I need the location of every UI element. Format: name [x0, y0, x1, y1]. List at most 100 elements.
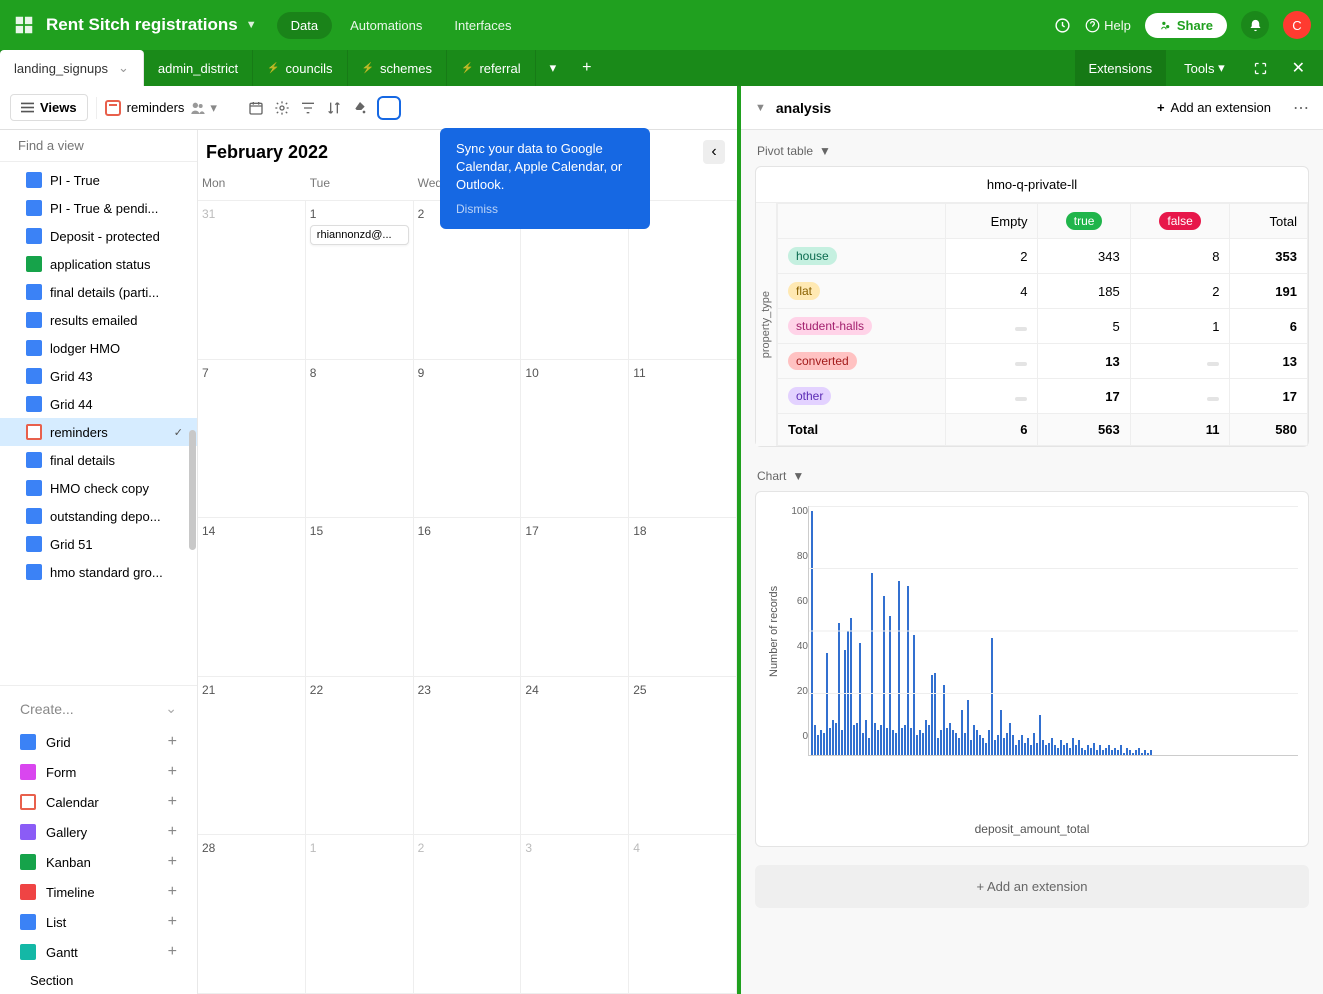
- chart-bar[interactable]: [844, 650, 846, 755]
- top-tab-data[interactable]: Data: [277, 12, 332, 39]
- chart-bar[interactable]: [1084, 750, 1086, 755]
- calendar-cell[interactable]: 14: [198, 518, 306, 677]
- chart-bar[interactable]: [1090, 748, 1092, 755]
- chart-bar[interactable]: [1093, 743, 1095, 755]
- sidebar-view-item[interactable]: hmo standard gro...: [0, 558, 197, 586]
- tooltip-dismiss[interactable]: Dismiss: [456, 201, 634, 218]
- chart-bar[interactable]: [994, 740, 996, 755]
- chart-bar[interactable]: [1114, 748, 1116, 755]
- sidebar-view-item[interactable]: application status: [0, 250, 197, 278]
- calendar-cell[interactable]: 23: [414, 677, 522, 836]
- expand-icon[interactable]: [1243, 61, 1278, 76]
- add-extension-card[interactable]: + Add an extension: [755, 865, 1309, 908]
- chart-bar[interactable]: [856, 723, 858, 755]
- filter-icon[interactable]: [299, 99, 317, 117]
- chart-bar[interactable]: [1144, 750, 1146, 755]
- chart-bar[interactable]: [817, 735, 819, 755]
- table-tab-landing_signups[interactable]: landing_signups⌄: [0, 50, 144, 86]
- sidebar-view-item[interactable]: PI - True & pendi...: [0, 194, 197, 222]
- chart-bar[interactable]: [1066, 743, 1068, 755]
- chart-bar[interactable]: [955, 733, 957, 755]
- chart-bar[interactable]: [1060, 740, 1062, 755]
- chart-bar[interactable]: [934, 673, 936, 755]
- chart-bar[interactable]: [868, 738, 870, 755]
- create-view-calendar[interactable]: Calendar+: [0, 787, 197, 817]
- avatar[interactable]: C: [1283, 11, 1311, 39]
- extension-title[interactable]: analysis: [776, 100, 831, 116]
- chart-bar[interactable]: [1015, 745, 1017, 755]
- create-view-section[interactable]: Section: [0, 967, 197, 994]
- table-tab-schemes[interactable]: ⚡schemes: [348, 50, 447, 86]
- chart-bar[interactable]: [1105, 748, 1107, 755]
- chart-bar[interactable]: [835, 723, 837, 755]
- app-title[interactable]: Rent Sitch registrations: [46, 15, 238, 35]
- current-view-label[interactable]: reminders ▾: [105, 100, 217, 116]
- add-table-button[interactable]: +: [570, 50, 603, 86]
- collaborators-icon[interactable]: ▾: [190, 100, 217, 116]
- chart-bar[interactable]: [838, 623, 840, 755]
- extension-collapse-icon[interactable]: ▼: [755, 102, 766, 114]
- chart-bar[interactable]: [1120, 745, 1122, 755]
- chart-bar[interactable]: [964, 733, 966, 755]
- calendar-cell[interactable]: 16: [414, 518, 522, 677]
- chart-bar[interactable]: [883, 596, 885, 755]
- create-view-gallery[interactable]: Gallery+: [0, 817, 197, 847]
- chart-bar[interactable]: [949, 723, 951, 755]
- chart-bar[interactable]: [820, 730, 822, 755]
- create-view-grid[interactable]: Grid+: [0, 727, 197, 757]
- chart-bar[interactable]: [871, 573, 873, 755]
- sort-icon[interactable]: [325, 99, 343, 117]
- chart-bar[interactable]: [952, 730, 954, 755]
- chart-bar[interactable]: [937, 738, 939, 755]
- calendar-cell[interactable]: 31: [198, 201, 306, 360]
- views-button[interactable]: Views: [10, 94, 88, 121]
- chart-bar[interactable]: [1063, 745, 1065, 755]
- chart-bar[interactable]: [931, 675, 933, 755]
- chart-bar[interactable]: [1024, 743, 1026, 755]
- create-section-toggle[interactable]: Create... ⌄: [0, 690, 197, 727]
- chart-bar[interactable]: [940, 730, 942, 755]
- chart-bar[interactable]: [1072, 738, 1074, 755]
- chart-bar[interactable]: [1126, 748, 1128, 755]
- calendar-event[interactable]: rhiannonzd@...: [310, 225, 409, 245]
- chart-bar[interactable]: [1033, 733, 1035, 755]
- gear-icon[interactable]: [273, 99, 291, 117]
- history-icon[interactable]: [1054, 17, 1071, 34]
- chart-bar[interactable]: [847, 631, 849, 756]
- chart-bar[interactable]: [814, 725, 816, 755]
- chart-bar[interactable]: [922, 733, 924, 755]
- chart-bar[interactable]: [886, 728, 888, 755]
- sidebar-view-item[interactable]: Deposit - protected: [0, 222, 197, 250]
- chart-bar[interactable]: [1117, 750, 1119, 755]
- pivot-section-label[interactable]: Pivot table ▼: [755, 140, 1309, 166]
- sidebar-view-item[interactable]: final details: [0, 446, 197, 474]
- chart-bar[interactable]: [991, 638, 993, 755]
- chart-bar[interactable]: [979, 735, 981, 755]
- chart-bar[interactable]: [1000, 710, 1002, 755]
- create-view-list[interactable]: List+: [0, 907, 197, 937]
- chart-bar[interactable]: [1138, 748, 1140, 755]
- top-tab-automations[interactable]: Automations: [336, 12, 436, 39]
- app-logo[interactable]: [12, 13, 36, 37]
- chart-bar[interactable]: [1111, 750, 1113, 755]
- chart-bar[interactable]: [1099, 745, 1101, 755]
- sidebar-view-item[interactable]: Grid 51: [0, 530, 197, 558]
- chart-bar[interactable]: [1147, 753, 1149, 755]
- more-icon[interactable]: ⋯: [1281, 98, 1309, 118]
- chart-plot[interactable]: [808, 506, 1298, 756]
- chart-bar[interactable]: [1027, 738, 1029, 755]
- sidebar-view-item[interactable]: Grid 44: [0, 390, 197, 418]
- calendar-cell[interactable]: 4: [629, 835, 737, 994]
- chart-bar[interactable]: [1141, 753, 1143, 755]
- chart-bar[interactable]: [832, 720, 834, 755]
- chart-bar[interactable]: [946, 728, 948, 755]
- chart-bar[interactable]: [850, 618, 852, 755]
- extensions-tab[interactable]: Extensions: [1075, 50, 1167, 86]
- chart-bar[interactable]: [976, 730, 978, 755]
- calendar-settings-icon[interactable]: [247, 99, 265, 117]
- chart-bar[interactable]: [823, 733, 825, 755]
- app-menu-chevron[interactable]: ▼: [246, 19, 257, 31]
- chart-bar[interactable]: [874, 723, 876, 755]
- chart-bar[interactable]: [925, 720, 927, 755]
- chart-bar[interactable]: [826, 653, 828, 755]
